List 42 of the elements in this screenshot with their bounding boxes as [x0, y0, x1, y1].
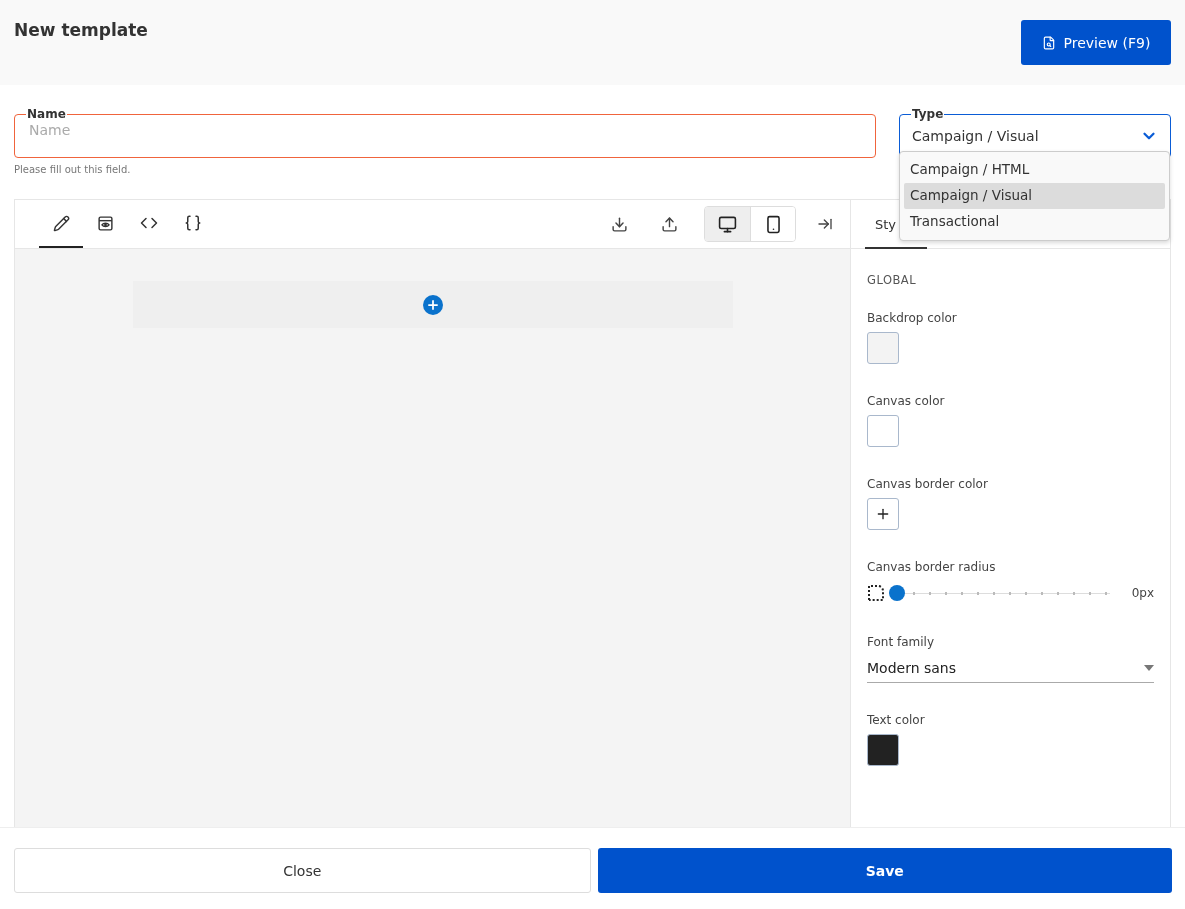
- add-color-button[interactable]: [867, 498, 899, 530]
- desktop-icon: [718, 214, 737, 234]
- border-radius-icon: [867, 584, 885, 602]
- field-label: Type: [911, 107, 945, 121]
- slider-thumb[interactable]: [889, 585, 905, 601]
- name-field[interactable]: Name Name: [14, 107, 876, 158]
- setting-label: Font family: [867, 635, 935, 649]
- name-input[interactable]: Name: [27, 121, 863, 139]
- plus-icon: [875, 506, 891, 522]
- setting-label: Backdrop color: [867, 311, 958, 325]
- sidebar-tab[interactable]: Sty: [875, 216, 897, 232]
- color-swatch[interactable]: [867, 734, 899, 766]
- preview-button[interactable]: Preview (F9): [1021, 20, 1171, 65]
- setting-label: Canvas border color: [867, 477, 989, 491]
- upload-icon: [660, 215, 678, 233]
- add-block-button[interactable]: [423, 294, 443, 315]
- dropdown-option[interactable]: Campaign / Visual: [904, 183, 1165, 209]
- plus-icon: [426, 297, 440, 312]
- validation-message: Please fill out this field.: [14, 164, 132, 175]
- setting-label: Text color: [867, 713, 926, 727]
- font-select[interactable]: Modern sans: [867, 653, 1154, 683]
- device-toggle[interactable]: [750, 207, 795, 241]
- slider-value: 0px: [1130, 586, 1154, 600]
- setting-label: Canvas color: [867, 394, 946, 408]
- preview-icon: [1041, 35, 1056, 50]
- color-swatch[interactable]: [867, 332, 899, 364]
- download-icon: [610, 215, 628, 233]
- setting-label: Canvas border radius: [867, 560, 997, 574]
- dropdown-option[interactable]: Campaign / HTML: [904, 157, 1165, 183]
- dropdown-option[interactable]: Transactional: [904, 209, 1165, 235]
- close-button[interactable]: Close: [14, 848, 591, 893]
- field-label: Name: [26, 107, 67, 121]
- section-heading: GLOBAL: [867, 273, 918, 287]
- arrow-to-line-icon: [817, 216, 833, 232]
- eye-window-icon: [96, 214, 114, 232]
- device-toggle[interactable]: [705, 207, 750, 241]
- color-swatch[interactable]: [867, 415, 899, 447]
- page-title: New template: [14, 20, 148, 40]
- braces-icon: [184, 214, 202, 232]
- dropdown-arrow-icon: [1144, 664, 1154, 671]
- pencil-icon: [52, 214, 70, 232]
- save-button[interactable]: Save: [597, 848, 1172, 893]
